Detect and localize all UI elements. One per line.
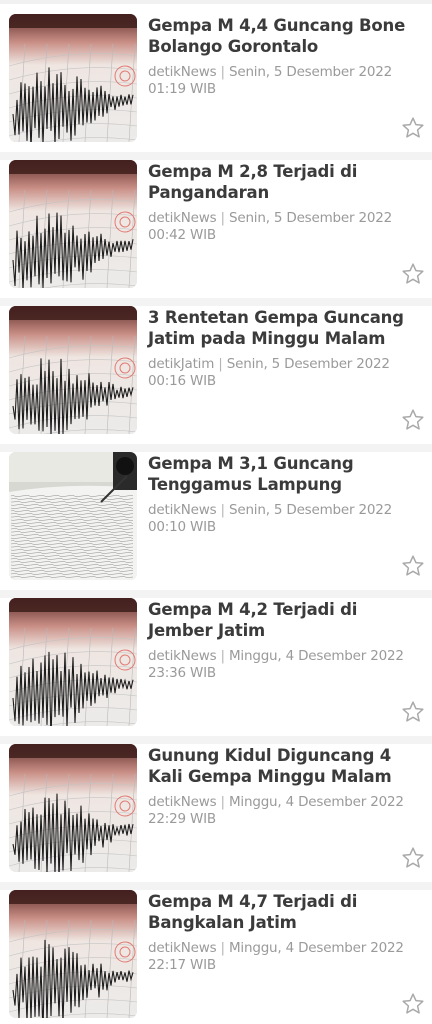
article-date: Senin, 5 Desember 2022 — [226, 356, 390, 372]
article-meta: detikJatim | Senin, 5 Desember 2022 00:1… — [148, 356, 410, 390]
article-time: 22:29 WIB — [148, 811, 216, 827]
meta-separator: | — [220, 64, 229, 80]
article-thumbnail[interactable] — [9, 160, 137, 288]
bookmark-star-icon[interactable] — [401, 116, 425, 140]
article-thumbnail[interactable] — [9, 306, 137, 434]
article-date: Minggu, 4 Desember 2022 — [228, 794, 404, 810]
article-meta: detikNews | Senin, 5 Desember 2022 00:42… — [148, 210, 410, 244]
news-list-page: Gempa M 4,4 Guncang Bone Bolango Goronta… — [0, 0, 432, 1024]
top-divider — [0, 0, 432, 4]
article-date: Minggu, 4 Desember 2022 — [228, 940, 404, 956]
article-title[interactable]: Gempa M 4,4 Guncang Bone Bolango Goronta… — [148, 15, 422, 57]
article-title[interactable]: 3 Rentetan Gempa Guncang Jatim pada Ming… — [148, 307, 422, 349]
article-date: Senin, 5 Desember 2022 — [228, 210, 393, 226]
bookmark-star-icon[interactable] — [401, 262, 425, 286]
article-title[interactable]: Gempa M 3,1 Guncang Tenggamus Lampung — [148, 453, 422, 495]
article-item[interactable]: Gempa M 4,7 Terjadi di Bangkalan Jatim d… — [0, 890, 432, 1024]
article-thumbnail[interactable] — [9, 744, 137, 872]
article-source: detikNews — [148, 64, 217, 80]
article-source: detikNews — [148, 648, 217, 664]
article-meta: detikNews | Senin, 5 Desember 2022 01:19… — [148, 64, 410, 98]
article-time: 22:17 WIB — [148, 957, 216, 973]
bookmark-star-icon[interactable] — [401, 408, 425, 432]
article-source: detikNews — [148, 210, 217, 226]
article-source: detikNews — [148, 940, 217, 956]
article-meta: detikNews | Senin, 5 Desember 2022 00:10… — [148, 502, 410, 536]
article-time: 00:16 WIB — [148, 373, 216, 389]
article-source: detikNews — [148, 794, 217, 810]
article-date: Senin, 5 Desember 2022 — [228, 502, 393, 518]
bookmark-star-icon[interactable] — [401, 992, 425, 1016]
article-source: detikJatim — [148, 356, 215, 372]
meta-separator: | — [220, 794, 229, 810]
meta-separator: | — [220, 210, 229, 226]
bookmark-star-icon[interactable] — [401, 700, 425, 724]
bookmark-star-icon[interactable] — [401, 846, 425, 870]
article-time: 00:42 WIB — [148, 227, 216, 243]
article-title[interactable]: Gempa M 4,7 Terjadi di Bangkalan Jatim — [148, 891, 422, 933]
article-meta: detikNews | Minggu, 4 Desember 2022 22:2… — [148, 794, 410, 828]
article-source: detikNews — [148, 502, 217, 518]
article-date: Minggu, 4 Desember 2022 — [228, 648, 404, 664]
article-time: 01:19 WIB — [148, 81, 216, 97]
article-title[interactable]: Gunung Kidul Diguncang 4 Kali Gempa Ming… — [148, 745, 422, 787]
article-title[interactable]: Gempa M 4,2 Terjadi di Jember Jatim — [148, 599, 422, 641]
article-thumbnail[interactable] — [9, 452, 137, 580]
article-time: 23:36 WIB — [148, 665, 216, 681]
article-meta: detikNews | Minggu, 4 Desember 2022 23:3… — [148, 648, 410, 682]
article-item[interactable]: 3 Rentetan Gempa Guncang Jatim pada Ming… — [0, 306, 432, 452]
article-item[interactable]: Gunung Kidul Diguncang 4 Kali Gempa Ming… — [0, 744, 432, 890]
article-time: 00:10 WIB — [148, 519, 216, 535]
article-title[interactable]: Gempa M 2,8 Terjadi di Pangandaran — [148, 161, 422, 203]
article-meta: detikNews | Minggu, 4 Desember 2022 22:1… — [148, 940, 410, 974]
article-item[interactable]: Gempa M 3,1 Guncang Tenggamus Lampung de… — [0, 452, 432, 598]
article-thumbnail[interactable] — [9, 598, 137, 726]
meta-separator: | — [220, 940, 229, 956]
article-item[interactable]: Gempa M 2,8 Terjadi di Pangandaran detik… — [0, 160, 432, 306]
article-date: Senin, 5 Desember 2022 — [228, 64, 393, 80]
article-thumbnail[interactable] — [9, 890, 137, 1018]
article-thumbnail[interactable] — [9, 14, 137, 142]
meta-separator: | — [220, 648, 229, 664]
article-item[interactable]: Gempa M 4,4 Guncang Bone Bolango Goronta… — [0, 14, 432, 160]
meta-separator: | — [220, 502, 229, 518]
meta-separator: | — [218, 356, 227, 372]
article-item[interactable]: Gempa M 4,2 Terjadi di Jember Jatim deti… — [0, 598, 432, 744]
bookmark-star-icon[interactable] — [401, 554, 425, 578]
